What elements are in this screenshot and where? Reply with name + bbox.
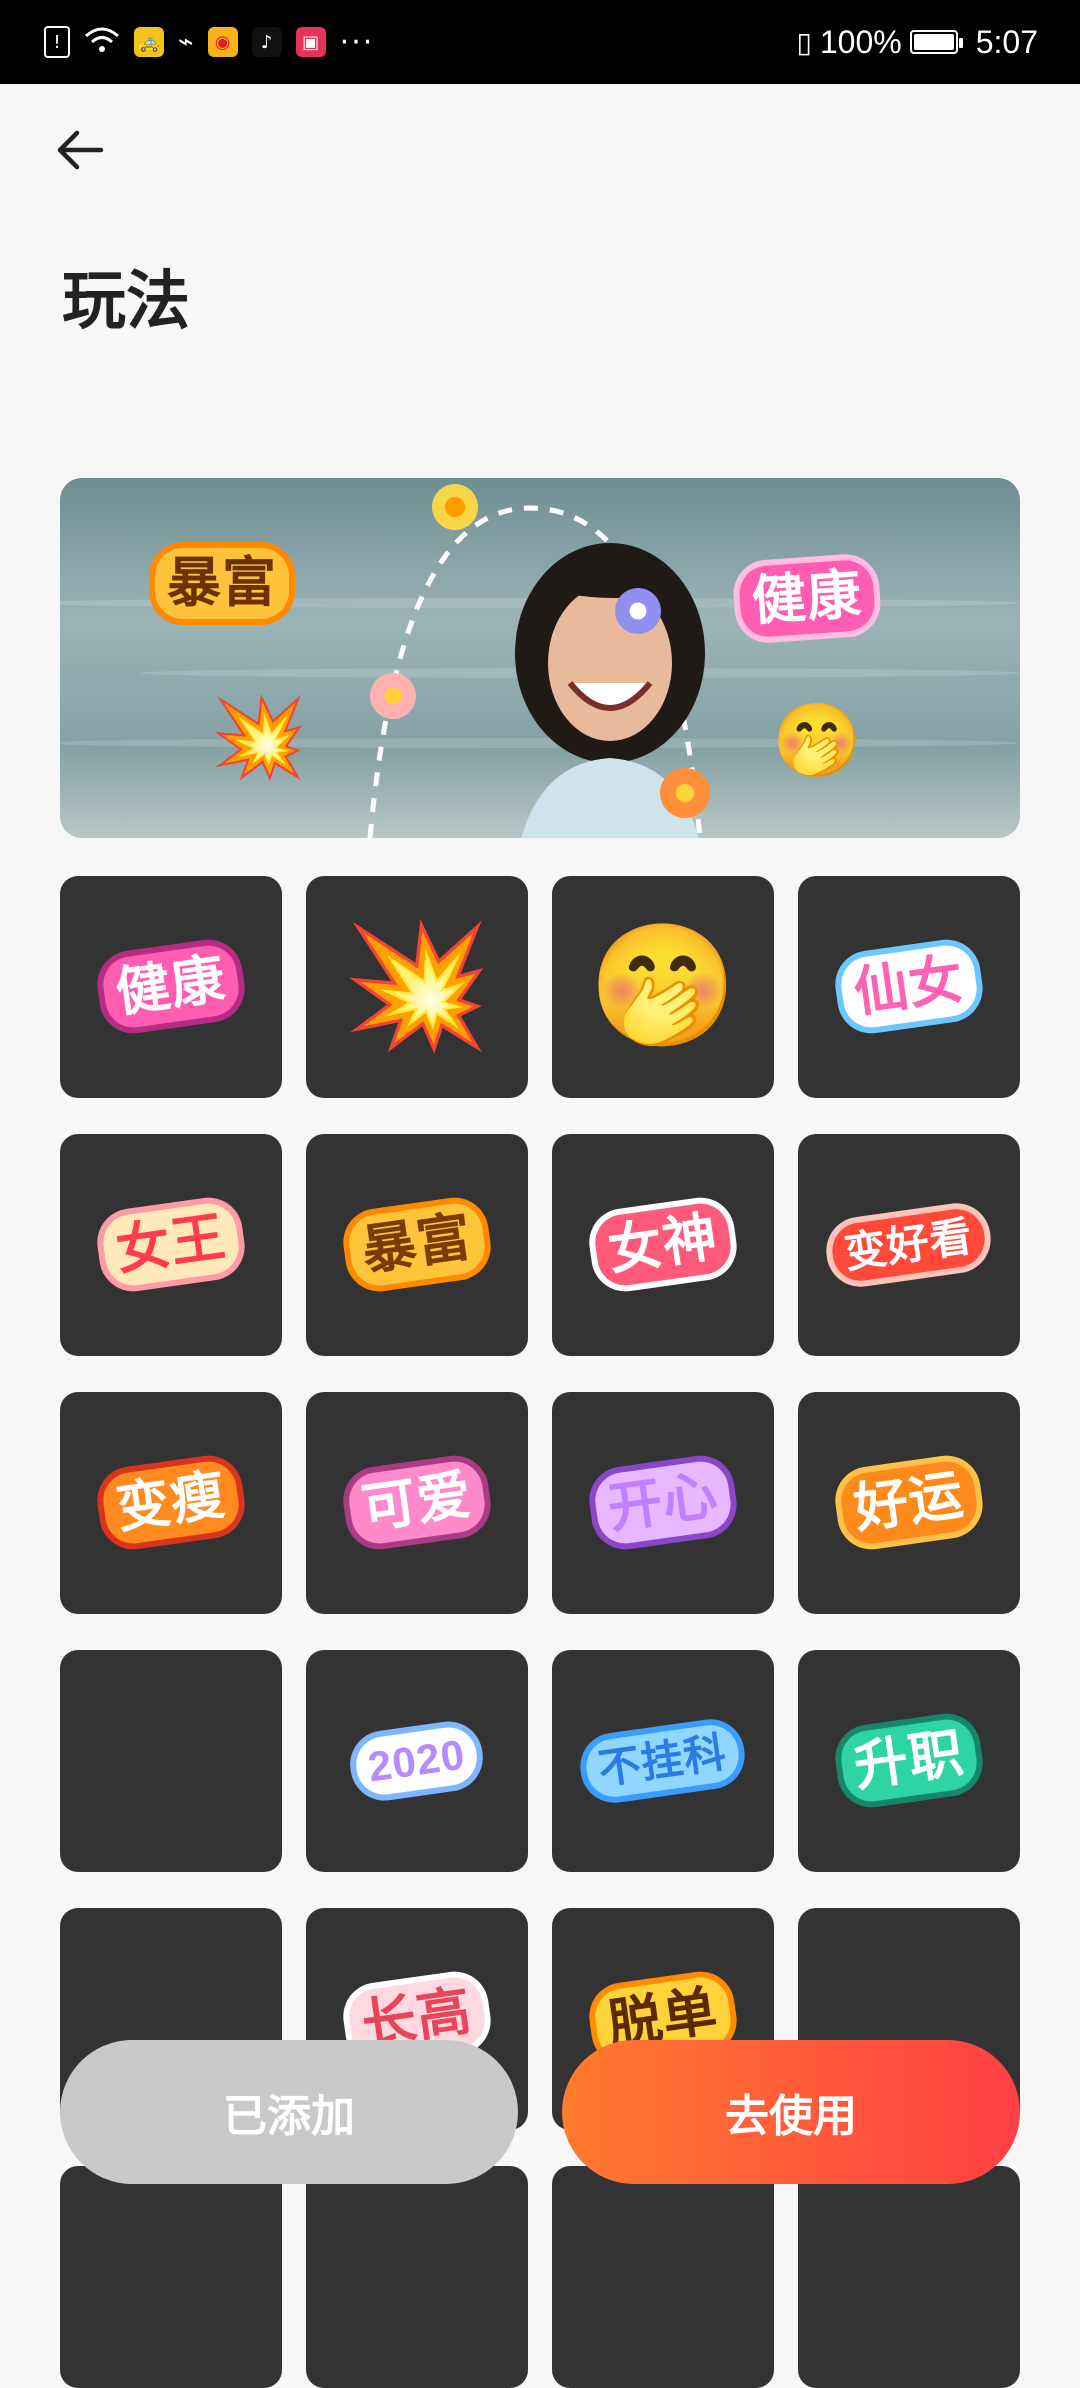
- sticker-tile[interactable]: 开心: [552, 1392, 774, 1614]
- sticker-label: 2020: [352, 1723, 482, 1799]
- sticker-tile[interactable]: [552, 2166, 774, 2388]
- clock: 5:07: [975, 23, 1038, 60]
- sticker-label: 变瘦: [99, 1458, 243, 1548]
- sticker-tile[interactable]: [60, 1650, 282, 1872]
- sticker-tile[interactable]: 女神: [552, 1134, 774, 1356]
- sticker-tile[interactable]: 好运: [798, 1392, 1020, 1614]
- more-icon: ···: [339, 24, 375, 60]
- sticker-label: 女王: [99, 1200, 243, 1290]
- sticker-emoji-icon: 💥: [342, 917, 492, 1056]
- preview-banner: 暴富 健康 💥 🤭: [60, 478, 1020, 838]
- sticker-tile[interactable]: 升职: [798, 1650, 1020, 1872]
- sticker-label: 女神: [591, 1200, 735, 1290]
- sticker-tile[interactable]: 女王: [60, 1134, 282, 1356]
- sticker-tile[interactable]: [306, 2166, 528, 2388]
- use-button[interactable]: 去使用: [562, 2040, 1020, 2184]
- sticker-tile[interactable]: 💥: [306, 876, 528, 1098]
- added-button[interactable]: 已添加: [60, 2040, 518, 2184]
- sticker-tile[interactable]: [60, 2166, 282, 2388]
- sticker-label: 变好看: [829, 1205, 989, 1285]
- banner-emoji-icon: 🤭: [772, 698, 862, 782]
- sticker-tile[interactable]: 暴富: [306, 1134, 528, 1356]
- banner-sticker-right: 健康: [737, 558, 877, 639]
- usb-icon: ⌁: [178, 27, 194, 57]
- flower-icon: [615, 588, 661, 634]
- sticker-label: 可爱: [345, 1458, 489, 1548]
- sticker-label: 健康: [99, 942, 243, 1032]
- sticker-tile[interactable]: 2020: [306, 1650, 528, 1872]
- flower-icon: [660, 768, 710, 818]
- sticker-tile[interactable]: 不挂科: [552, 1650, 774, 1872]
- flower-icon: [370, 673, 416, 719]
- battery-icon: [909, 30, 963, 54]
- sticker-tile[interactable]: 仙女: [798, 876, 1020, 1098]
- status-bar: ! 🚕 ⌁ ◉ ♪ ▣ ··· ▯ 100% 5:07: [0, 0, 1080, 84]
- page-title: 玩法: [62, 265, 190, 337]
- tiktok-icon: ♪: [251, 27, 282, 57]
- sticker-tile[interactable]: 健康: [60, 876, 282, 1098]
- flower-icon: [432, 484, 478, 530]
- sticker-emoji-icon: 🤭: [588, 917, 738, 1056]
- sticker-label: 开心: [591, 1458, 735, 1548]
- sticker-label: 升职: [837, 1716, 981, 1806]
- vibrate-icon: ▯: [796, 26, 812, 58]
- sticker-tile[interactable]: 🤭: [552, 876, 774, 1098]
- sticker-tile[interactable]: 可爱: [306, 1392, 528, 1614]
- banner-sticker-left: 暴富: [155, 548, 289, 620]
- taxi-icon: 🚕: [134, 27, 164, 57]
- sticker-tile[interactable]: 变瘦: [60, 1392, 282, 1614]
- sticker-label: 仙女: [837, 942, 981, 1032]
- wifi-icon: [84, 26, 120, 58]
- alert-icon: !: [44, 26, 70, 58]
- sticker-label: 好运: [837, 1458, 981, 1548]
- banner-burst-icon: 💥: [210, 693, 308, 783]
- arrow-left-icon: [57, 130, 104, 170]
- sticker-label: 暴富: [345, 1200, 489, 1290]
- back-button[interactable]: [50, 120, 110, 180]
- sticker-tile[interactable]: [798, 2166, 1020, 2388]
- weibo-icon: ◉: [207, 27, 238, 57]
- sticker-tile[interactable]: 变好看: [798, 1134, 1020, 1356]
- battery-percent: 100%: [819, 23, 902, 60]
- sticker-label: 不挂科: [583, 1721, 743, 1801]
- shop-icon: ▣: [295, 27, 326, 57]
